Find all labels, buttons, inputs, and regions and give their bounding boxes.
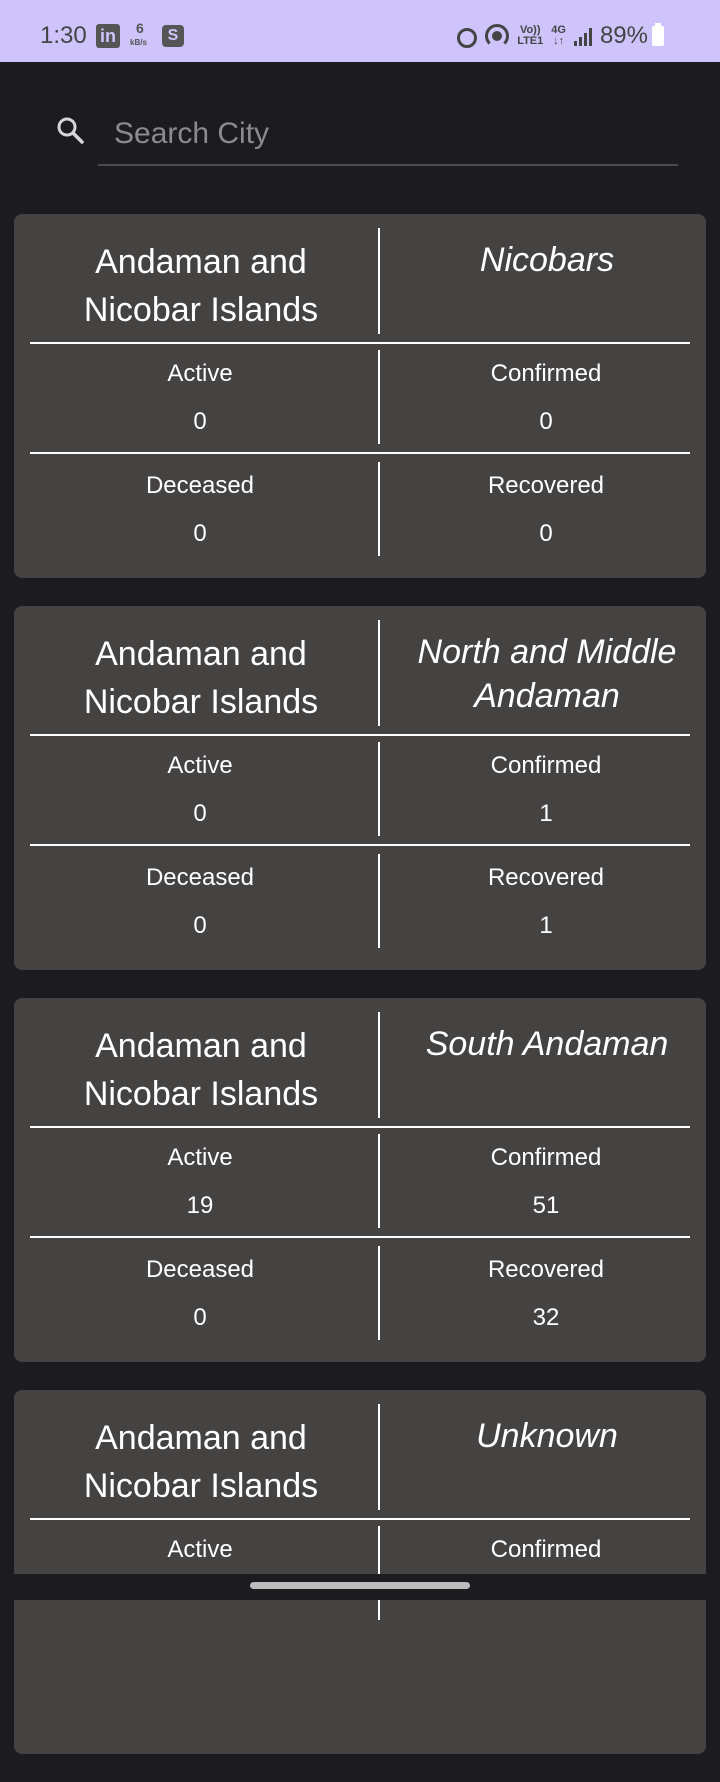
system-icons: Vo)) LTE1 4G ↓↑ 89%: [455, 22, 664, 50]
alarm-icon: [455, 25, 478, 48]
netspeed-unit: kB/s: [130, 38, 147, 47]
linkedin-icon: in: [96, 24, 120, 48]
state-name: Andaman and Nicobar Islands: [34, 238, 368, 334]
confirmed-value: 0: [539, 408, 553, 435]
search-icon[interactable]: [56, 116, 84, 144]
state-name-line: Nicobar Islands: [83, 1467, 319, 1505]
district-card[interactable]: Andaman and Nicobar Islands South Andama…: [14, 998, 706, 1362]
divider: [378, 1012, 380, 1118]
deceased-label: Deceased: [145, 864, 255, 891]
status-bar: 1:30 in 6 kB/s S Vo)) LTE1 4G ↓↑ 89%: [0, 0, 720, 62]
district-card[interactable]: Andaman and Nicobar Islands Nicobars Act…: [14, 214, 706, 578]
district-name: North and Middle Andaman: [388, 630, 706, 718]
active-label: Active: [167, 1536, 233, 1563]
state-name-line: Nicobar Islands: [83, 683, 319, 721]
district-list[interactable]: Andaman and Nicobar Islands Nicobars Act…: [14, 214, 706, 1782]
active-label: Active: [167, 1144, 233, 1171]
deceased-value: 0: [193, 520, 207, 547]
hotspot-icon: [485, 24, 510, 48]
recovered-label: Recovered: [487, 1256, 605, 1283]
volte-bottom: LTE1: [517, 35, 544, 47]
confirmed-label: Confirmed: [490, 752, 602, 779]
district-name-line: Andaman: [474, 677, 620, 715]
district-name: Nicobars: [388, 238, 706, 282]
active-value: 0: [193, 408, 207, 435]
search-input[interactable]: [98, 104, 678, 166]
deceased-value: 0: [193, 912, 207, 939]
divider: [30, 342, 690, 344]
active-value: 0: [193, 800, 207, 827]
state-name-line: Andaman and: [95, 1419, 307, 1457]
divider: [378, 1404, 380, 1510]
s-app-icon: S: [162, 25, 184, 47]
state-name-line: Andaman and: [95, 1027, 307, 1065]
recovered-value: 32: [532, 1304, 560, 1331]
status-time: 1:30: [40, 22, 87, 49]
divider: [378, 620, 380, 726]
netspeed-value: 6: [136, 20, 144, 36]
state-name: Andaman and Nicobar Islands: [34, 1022, 368, 1118]
confirmed-value: 51: [532, 1192, 560, 1219]
divider: [30, 1236, 690, 1238]
active-label: Active: [167, 752, 233, 779]
recovered-label: Recovered: [487, 472, 605, 499]
district-name-line: South Andaman: [425, 1025, 669, 1063]
state-name: Andaman and Nicobar Islands: [34, 1414, 368, 1510]
deceased-value: 0: [193, 1304, 207, 1331]
state-name-line: Nicobar Islands: [83, 1075, 319, 1113]
recovered-value: 1: [539, 912, 553, 939]
confirmed-label: Confirmed: [490, 1144, 602, 1171]
search-bar: [0, 100, 720, 190]
network-type-icon: 4G ↓↑: [551, 24, 566, 47]
district-card[interactable]: Andaman and Nicobar Islands Unknown Acti…: [14, 1390, 706, 1754]
recovered-value: 0: [539, 520, 553, 547]
state-name-line: Andaman and: [95, 635, 307, 673]
district-name: Unknown: [388, 1414, 706, 1458]
notification-icons: in 6 kB/s S: [96, 20, 184, 50]
deceased-label: Deceased: [145, 1256, 255, 1283]
signal-icon: [573, 26, 592, 46]
confirmed-label: Confirmed: [490, 1536, 602, 1563]
active-label: Active: [167, 360, 233, 387]
divider: [30, 1126, 690, 1128]
divider: [30, 452, 690, 454]
divider: [30, 734, 690, 736]
active-value: 19: [186, 1192, 214, 1219]
gesture-nav-handle[interactable]: [250, 1582, 470, 1589]
confirmed-value: 1: [539, 800, 553, 827]
district-name-line: North and Middle: [417, 633, 677, 671]
recovered-label: Recovered: [487, 864, 605, 891]
divider: [378, 228, 380, 334]
confirmed-label: Confirmed: [490, 360, 602, 387]
district-card[interactable]: Andaman and Nicobar Islands North and Mi…: [14, 606, 706, 970]
battery-icon: [652, 23, 664, 46]
district-name-line: Unknown: [476, 1417, 618, 1455]
volte-icon: Vo)) LTE1: [517, 25, 543, 47]
state-name-line: Nicobar Islands: [83, 291, 319, 329]
district-name: South Andaman: [388, 1022, 706, 1066]
state-name: Andaman and Nicobar Islands: [34, 630, 368, 726]
district-name-line: Nicobars: [479, 241, 615, 279]
divider: [30, 1518, 690, 1520]
battery-percent: 89%: [599, 22, 648, 49]
netspeed-icon: 6 kB/s: [128, 20, 152, 50]
deceased-label: Deceased: [145, 472, 255, 499]
divider: [30, 844, 690, 846]
state-name-line: Andaman and: [95, 243, 307, 281]
